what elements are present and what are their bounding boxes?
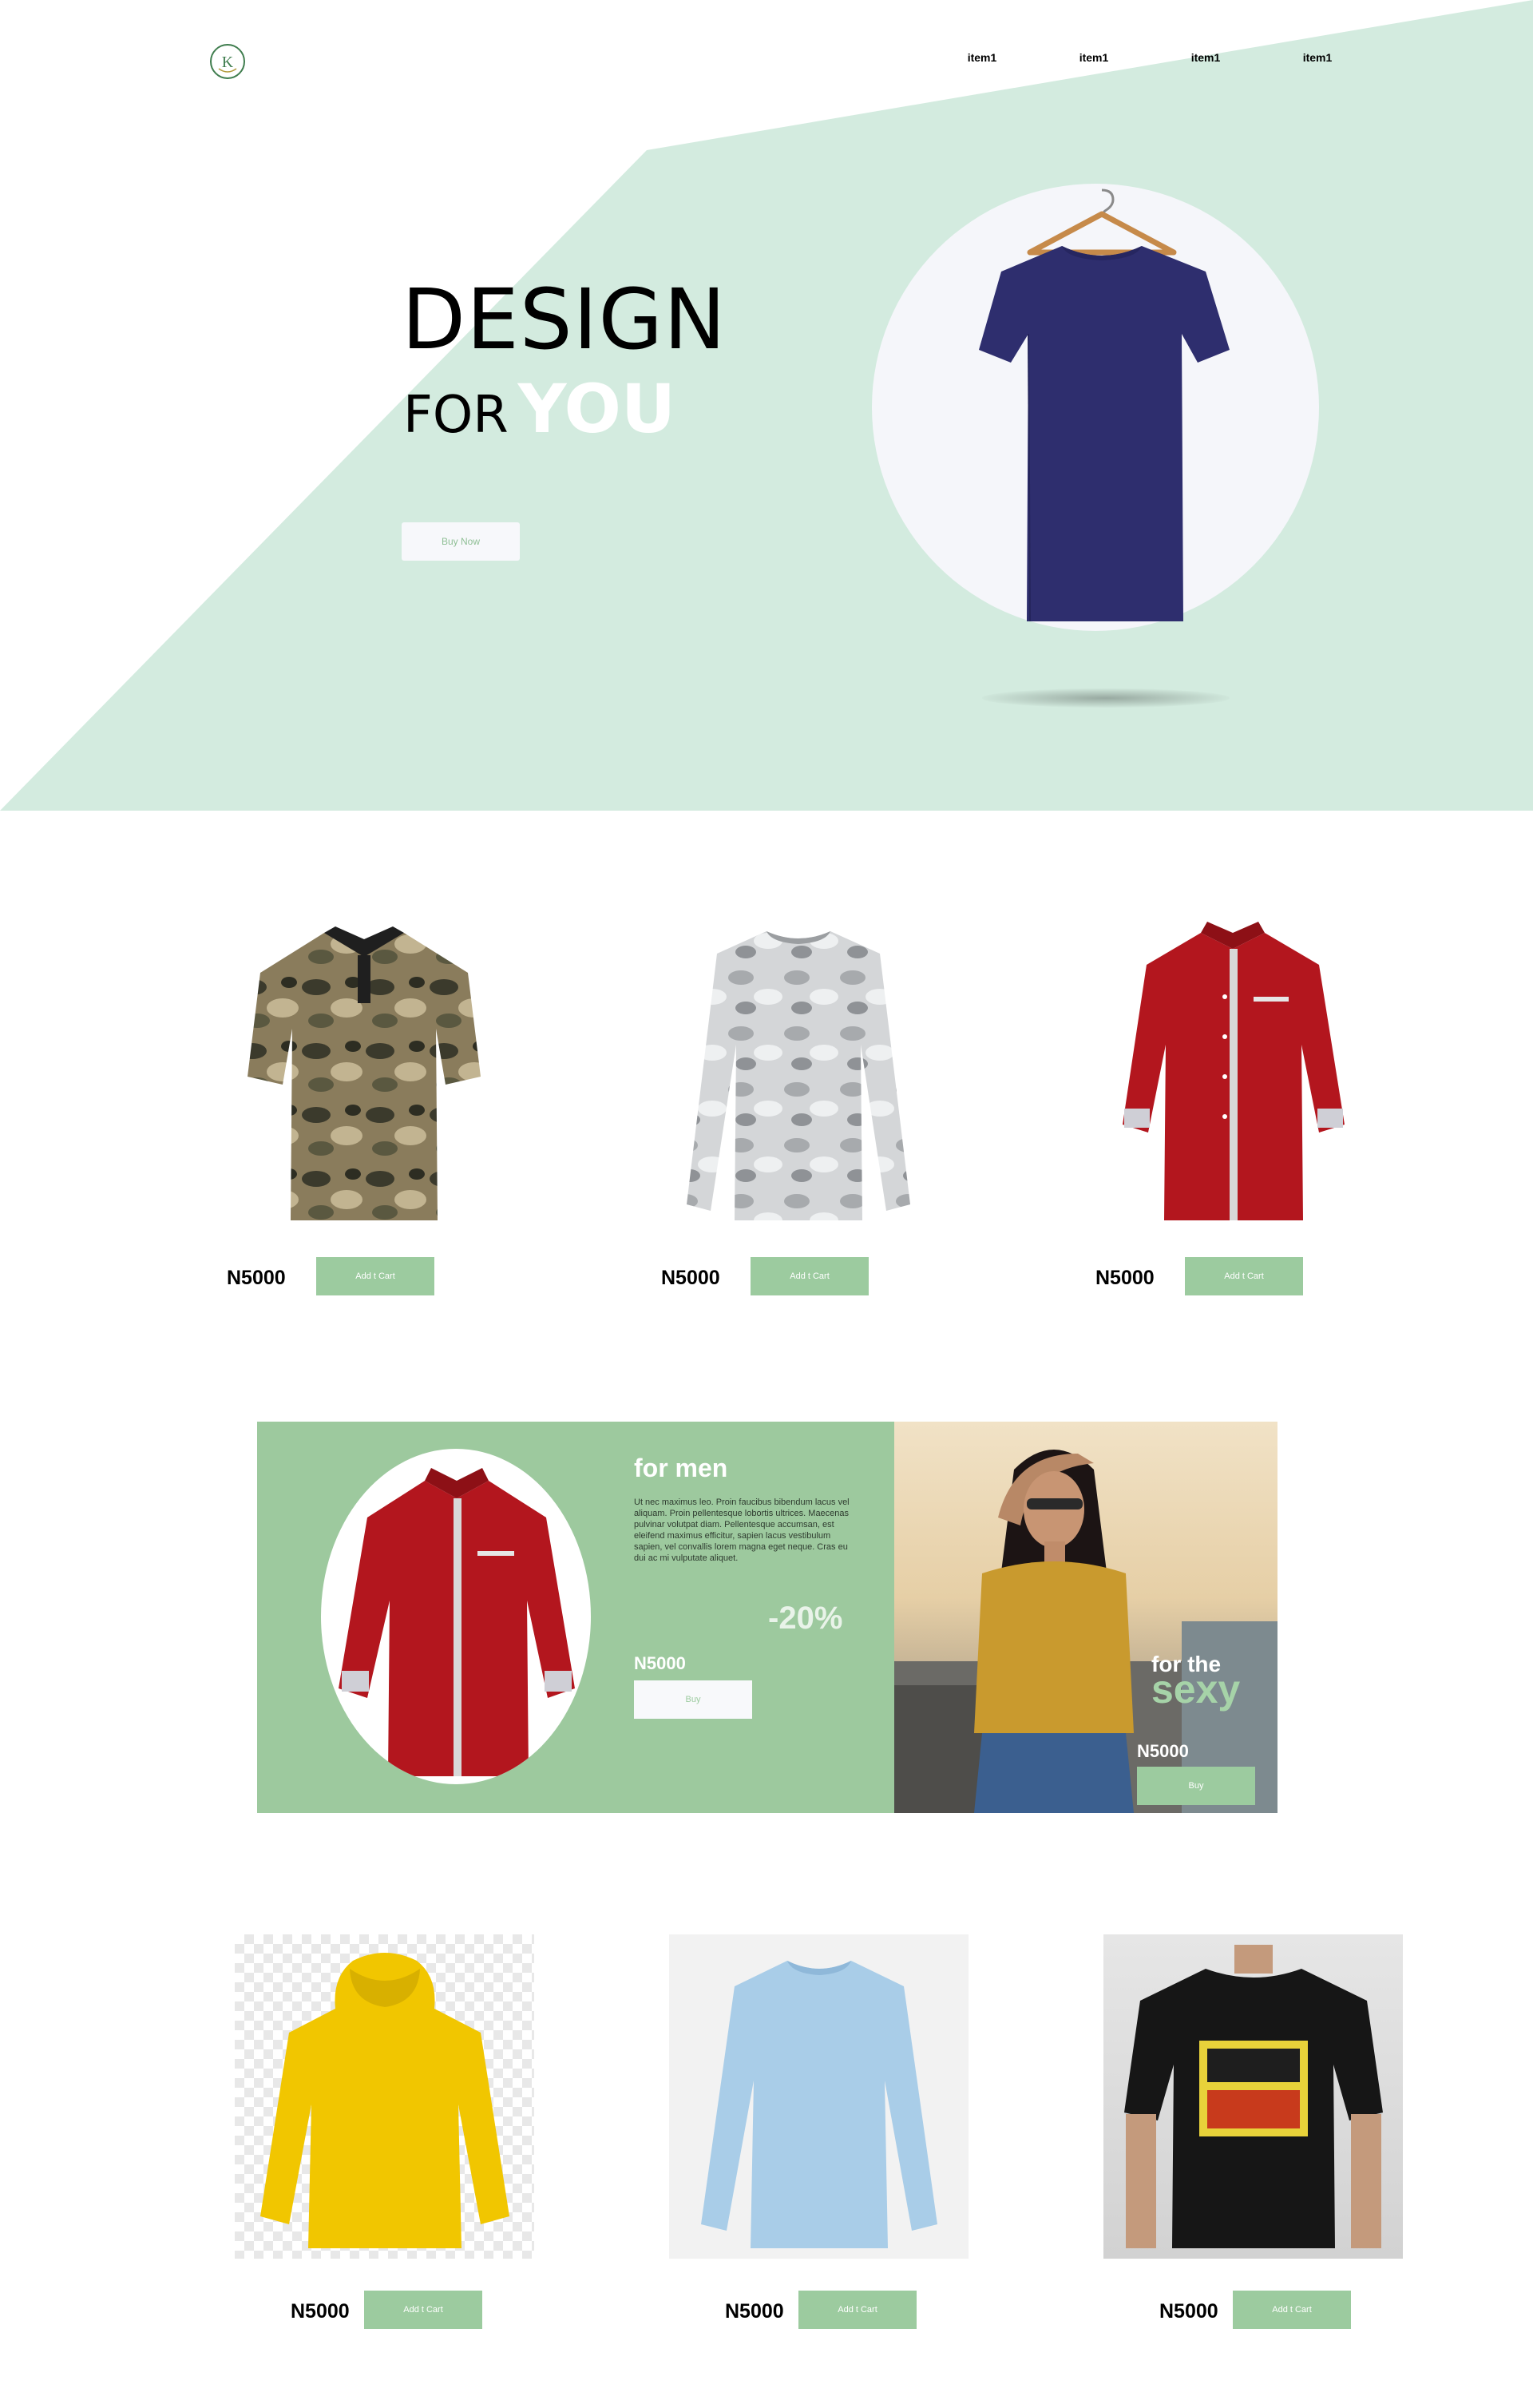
promo-men-panel: for men Ut nec maximus leo. Proin faucib…	[257, 1422, 894, 1813]
nav-item-4[interactable]: item1	[1293, 51, 1341, 64]
promo-price: N5000	[634, 1653, 686, 1673]
hero-subtitle: FOR YOU	[403, 375, 675, 442]
promo-discount: -20%	[768, 1601, 843, 1636]
product-price: N5000	[291, 2300, 350, 2323]
nav-item-1[interactable]: item1	[958, 51, 1006, 64]
top-nav: item1 item1 item1 item1	[958, 51, 1341, 64]
product-price: N5000	[661, 1267, 720, 1289]
promo-side-line2: sexy	[1151, 1667, 1241, 1712]
logo-icon[interactable]: K	[208, 42, 248, 81]
promo-buy-button[interactable]: Buy	[634, 1680, 752, 1719]
product-price: N5000	[1159, 2300, 1218, 2323]
hero-section: K item1 item1 item1 item1 DESIGN FOR YOU …	[0, 0, 1533, 811]
hero-tshirt-image	[966, 182, 1238, 629]
product-image-red-shirt[interactable]	[1065, 901, 1400, 1236]
nav-item-2[interactable]: item1	[1070, 51, 1118, 64]
product-card: N5000 Add t Cart	[235, 1934, 570, 2350]
hero-subtitle-you: YOU	[517, 370, 676, 448]
promo-side-buy-button[interactable]: Buy	[1137, 1767, 1255, 1805]
product-image-light-blue-long-sleeve[interactable]	[669, 1934, 969, 2259]
add-to-cart-button[interactable]: Add t Cart	[1185, 1257, 1303, 1295]
product-image-black-fullhd-tshirt[interactable]	[1103, 1934, 1403, 2259]
add-to-cart-button[interactable]: Add t Cart	[364, 2291, 482, 2329]
svg-text:K: K	[222, 54, 234, 71]
promo-shirt-image[interactable]	[321, 1449, 591, 1784]
product-card: N5000 Add t Cart	[1103, 1934, 1439, 2350]
add-to-cart-button[interactable]: Add t Cart	[751, 1257, 869, 1295]
product-price: N5000	[725, 2300, 784, 2323]
buy-now-button[interactable]: Buy Now	[402, 522, 520, 561]
product-image-yellow-hoodie[interactable]	[235, 1934, 534, 2259]
hero-subtitle-for: FOR	[403, 386, 509, 445]
product-card: N5000 Add t Cart	[196, 901, 532, 1316]
add-to-cart-button[interactable]: Add t Cart	[316, 1257, 434, 1295]
promo-woman-photo	[894, 1450, 1278, 1813]
promo-description: Ut nec maximus leo. Proin faucibus biben…	[634, 1498, 850, 1563]
promo-side-price: N5000	[1137, 1741, 1189, 1761]
product-card: N5000 Add t Cart	[1065, 901, 1400, 1316]
product-price: N5000	[227, 1267, 286, 1289]
promo-banner: for men Ut nec maximus leo. Proin faucib…	[257, 1422, 1278, 1813]
product-card: N5000 Add t Cart	[669, 1934, 1004, 2350]
hero-title: DESIGN	[402, 271, 727, 368]
product-image-camo-long-sleeve[interactable]	[631, 901, 966, 1236]
hero-shadow	[982, 688, 1230, 708]
product-price: N5000	[1095, 1267, 1155, 1289]
nav-item-3[interactable]: item1	[1182, 51, 1230, 64]
add-to-cart-button[interactable]: Add t Cart	[1233, 2291, 1351, 2329]
add-to-cart-button[interactable]: Add t Cart	[798, 2291, 917, 2329]
promo-title: for men	[634, 1454, 728, 1482]
product-card: N5000 Add t Cart	[631, 901, 966, 1316]
promo-women-panel: for the sexy N5000 Buy	[894, 1422, 1278, 1813]
product-image-camo-polo[interactable]	[196, 901, 532, 1236]
